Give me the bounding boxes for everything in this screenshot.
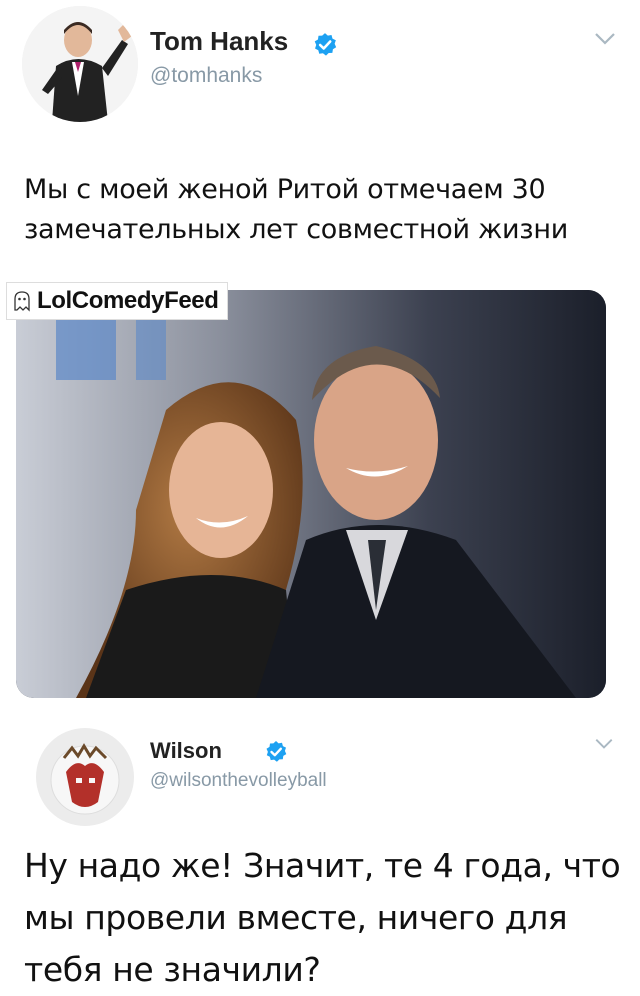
reply-text: Ну надо же! Значит, те 4 года, что мы пр… (24, 846, 621, 989)
avatar-wilson[interactable] (36, 728, 134, 826)
chevron-down-icon[interactable] (594, 738, 614, 750)
avatar-image (22, 6, 138, 122)
author-name[interactable]: Wilson (150, 738, 222, 764)
author-handle[interactable]: @tomhanks (150, 64, 262, 88)
photo-image (16, 290, 606, 698)
watermark: LolComedyFeed (6, 282, 228, 320)
watermark-text: LolComedyFeed (37, 287, 219, 314)
verified-badge-icon (314, 33, 337, 56)
verified-badge-icon (266, 741, 287, 762)
avatar-image (36, 728, 134, 826)
tweet-photo[interactable] (16, 290, 606, 698)
avatar-tom-hanks[interactable] (22, 6, 138, 122)
tweet-text: Мы с моей женой Ритой отмечаем 30 замеча… (24, 174, 568, 245)
ghost-icon (14, 291, 30, 312)
author-handle[interactable]: @wilsonthevolleyball (150, 770, 327, 792)
chevron-down-icon[interactable] (594, 32, 616, 46)
author-name[interactable]: Tom Hanks (150, 26, 288, 57)
